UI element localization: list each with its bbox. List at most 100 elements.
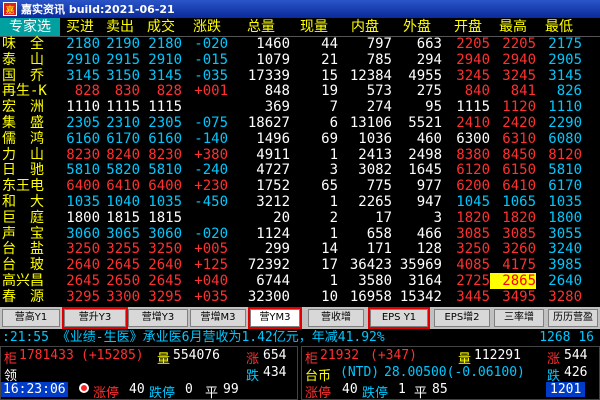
tab-6[interactable]: 营收增 <box>308 309 364 327</box>
cell-bid: 1800 <box>66 209 100 226</box>
right-up-count: 544 <box>564 348 588 363</box>
cell-open: 2940 <box>456 51 490 68</box>
cell-ask: 2190 <box>106 36 140 52</box>
table-row[interactable]: 台 玻 2640 2645 2640 +125 72392 17 36423 35969 4085… <box>0 257 600 273</box>
header-high[interactable]: 最高 <box>490 18 536 36</box>
header-outer-volume[interactable]: 外盘 <box>392 18 442 36</box>
table-row[interactable]: 东王电 6400 6410 6400 +230 1752 65 775 977 6200 6410 6… <box>0 178 600 194</box>
cell-outer-volume: 1645 <box>408 162 442 179</box>
tab-10[interactable]: 历历营盈 <box>548 309 598 327</box>
cell-outer-volume: 947 <box>416 194 442 210</box>
cell-current-volume: 1 <box>329 273 338 289</box>
cell-current-volume: 17 <box>321 257 338 274</box>
cell-current-volume: 6 <box>329 115 338 131</box>
news-ticker[interactable]: :21:55 《业绩-生医》承业医6月营收为1.42亿元，年减41.92% 12… <box>0 330 600 346</box>
cell-open: 3445 <box>456 288 490 305</box>
table-row[interactable]: 国 乔 3145 3150 3145 -035 17339 15 12384 4955 3245 3… <box>0 68 600 84</box>
header-total-volume[interactable]: 总量 <box>232 18 290 36</box>
cell-change: -240 <box>194 162 228 179</box>
cell-low: 6080 <box>548 130 582 147</box>
table-row[interactable]: 日 驰 5810 5820 5810 -240 4727 3 3082 1645 6120 6150… <box>0 162 600 178</box>
cell-open: 1045 <box>456 194 490 210</box>
table-row[interactable]: 力 山 8230 8240 8230 +380 4911 1 2413 2498 8380 8450… <box>0 147 600 163</box>
cell-total-volume: 369 <box>264 99 290 116</box>
title-bar[interactable]: 嘉 嘉实资讯 build:2021-06-21 <box>0 0 600 18</box>
table-row[interactable]: 声 宝 3060 3065 3060 -020 1124 1 658 466 3085 3085 30… <box>0 226 600 242</box>
cell-open: 2725 <box>456 273 490 289</box>
table-row[interactable]: 儒 鸿 6160 6170 6160 -140 1496 69 1036 460 6300 6310… <box>0 131 600 147</box>
header-last[interactable]: 成交 <box>140 18 182 36</box>
cell-last: 1035 <box>148 194 182 210</box>
header-name[interactable]: 专家选 <box>0 18 60 36</box>
cell-total-volume: 1752 <box>256 178 290 195</box>
cell-outer-volume: 2498 <box>408 146 442 163</box>
cell-current-volume: 65 <box>321 178 338 195</box>
cell-high: 3245 <box>502 67 536 84</box>
header-inner-volume[interactable]: 内盘 <box>338 18 392 36</box>
table-row[interactable]: 味 全 2180 2190 2180 -020 1460 44 797 663 2205 2205 2… <box>0 36 600 52</box>
cell-last: 6400 <box>148 178 182 195</box>
ticker-counter: 1268 16 <box>539 330 594 345</box>
header-open[interactable]: 开盘 <box>446 18 490 36</box>
cell-ask: 6410 <box>106 178 140 195</box>
cell-current-volume: 2 <box>329 209 338 226</box>
cell-change <box>186 210 228 226</box>
tab-1[interactable]: 营高Y1 <box>2 309 60 327</box>
cell-total-volume: 6744 <box>256 273 290 289</box>
cell-total-volume: 4727 <box>256 162 290 179</box>
left-flat: 99 <box>223 382 239 397</box>
cell-outer-volume: 128 <box>416 241 442 258</box>
cell-bid: 828 <box>74 83 100 100</box>
cell-low: 2290 <box>548 115 582 131</box>
cell-name: 再生-K <box>2 83 47 100</box>
table-row[interactable]: 巨 庭 1800 1815 1815 20 2 17 3 1820 1820 1800 <box>0 210 600 226</box>
tab-3[interactable]: 营增Y3 <box>128 309 188 327</box>
header-low[interactable]: 最低 <box>536 18 582 36</box>
tab-9[interactable]: 三率增 <box>494 309 544 327</box>
cell-bid: 8230 <box>66 146 100 163</box>
cell-total-volume: 18627 <box>247 115 290 131</box>
ticker-text: :21:55 《业绩-生医》承业医6月营收为1.42亿元，年减41.92% <box>2 330 385 345</box>
header-change[interactable]: 涨跌 <box>186 18 228 36</box>
window-title: 嘉实资讯 build:2021-06-21 <box>21 3 175 16</box>
table-row[interactable]: 集 盛 2305 2310 2305 -075 18627 6 13106 5521 2410 24… <box>0 115 600 131</box>
cell-inner-volume: 658 <box>366 225 392 242</box>
header-ask[interactable]: 卖出 <box>100 18 140 36</box>
cell-current-volume: 1 <box>329 146 338 163</box>
cell-last: 2910 <box>148 51 182 68</box>
cell-open: 2205 <box>456 36 490 52</box>
cell-outer-volume: 15342 <box>399 288 442 305</box>
cell-bid: 3145 <box>66 67 100 84</box>
cell-name: 味 全 <box>2 36 44 52</box>
table-row[interactable]: 高兴昌 2645 2650 2645 +040 6744 1 3580 3164 2725 2865… <box>0 273 600 289</box>
cell-total-volume: 1079 <box>256 51 290 68</box>
cell-outer-volume: 4955 <box>408 67 442 84</box>
cell-ask: 6170 <box>106 130 140 147</box>
cell-ask: 3255 <box>106 241 140 258</box>
cell-change: -020 <box>194 36 228 52</box>
table-row[interactable]: 宏 洲 1110 1115 1115 369 7 274 95 1115 1120 1110 <box>0 99 600 115</box>
cell-change: +125 <box>194 257 228 274</box>
right-stop-label: 涨停 <box>305 386 332 400</box>
cell-change: -020 <box>194 225 228 242</box>
left-dn-count: 434 <box>263 365 287 380</box>
cell-low: 3280 <box>548 288 582 305</box>
left-stop: 40 <box>129 382 145 397</box>
header-bid[interactable]: 买进 <box>60 18 100 36</box>
right-fx-code: (NTD) <box>340 365 380 380</box>
table-row[interactable]: 再生-K 828 830 828 +001 848 19 573 275 840 841 826 <box>0 83 600 99</box>
cell-inner-volume: 36423 <box>349 257 392 274</box>
table-row[interactable]: 台 盐 3250 3255 3250 +005 299 14 171 128 3250 3260 32… <box>0 241 600 257</box>
tab-8[interactable]: EPS增2 <box>434 309 490 327</box>
cell-name: 春 源 <box>2 288 44 305</box>
table-row[interactable]: 和 大 1035 1040 1035 -450 3212 1 2265 947 1045 1065 1… <box>0 194 600 210</box>
cell-total-volume: 17339 <box>247 67 290 84</box>
cell-change: +035 <box>194 288 228 305</box>
status-dot-icon <box>79 383 89 393</box>
header-current-volume[interactable]: 现量 <box>290 18 338 36</box>
cell-low: 2175 <box>548 36 582 52</box>
screen-tab-bar: 营高Y1 营升Y3 营增Y3 营增M3 营YM3 营收增 EPS Y1 EPS增2 三率增 历历营… <box>0 307 600 329</box>
tab-4[interactable]: 营增M3 <box>190 309 246 327</box>
table-row[interactable]: 春 源 3295 3300 3295 +035 32300 10 16958 15342 3445… <box>0 289 600 305</box>
table-row[interactable]: 泰 山 2910 2915 2910 -015 1079 21 785 294 2940 2940 2… <box>0 52 600 68</box>
